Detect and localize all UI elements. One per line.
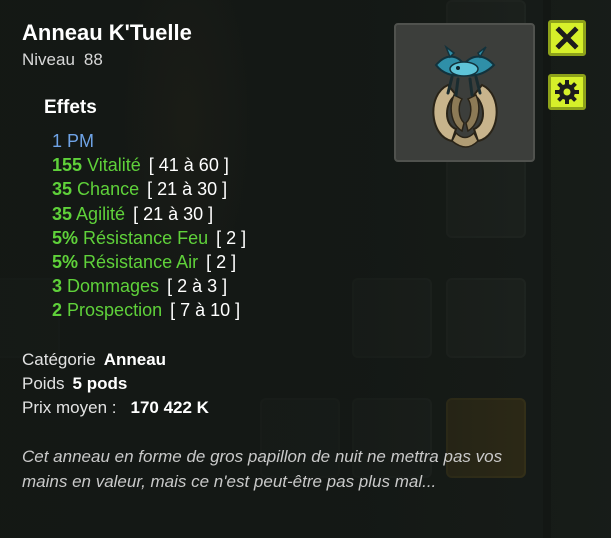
level-label: Niveau: [22, 50, 75, 69]
category-value: Anneau: [103, 350, 167, 369]
effect-value: 155: [52, 155, 83, 176]
effect-stat: Prospection: [67, 300, 163, 321]
effect-value: 2: [52, 300, 63, 321]
price-value: 170 422 K: [130, 398, 209, 417]
effect-stat: Vitalité: [87, 155, 141, 176]
effect-value: 35: [52, 203, 73, 224]
item-description: Cet anneau en forme de gros papillon de …: [22, 447, 503, 491]
gear-icon: [555, 80, 579, 104]
effect-line: 5% Résistance Air [ 2 ]: [52, 250, 246, 274]
price-label: Prix moyen :: [22, 398, 117, 417]
effect-stat: Résistance Air: [83, 251, 199, 272]
weight-label: Poids: [22, 374, 65, 393]
close-button[interactable]: [548, 20, 586, 56]
effect-stat: Dommages: [67, 276, 160, 297]
effect-value: 35: [52, 179, 73, 200]
item-title: Anneau K'Tuelle: [22, 20, 192, 45]
effect-stat: Résistance Feu: [83, 227, 209, 248]
effect-stat: Chance: [77, 179, 140, 200]
effect-range: [ 2 ]: [206, 251, 237, 272]
effect-line: 35 Chance [ 21 à 30 ]: [52, 177, 246, 201]
effect-range: [ 21 à 30 ]: [133, 203, 214, 224]
category-label: Catégorie: [22, 350, 96, 369]
effect-line: 35 Agilité [ 21 à 30 ]: [52, 202, 246, 226]
effects-list: 1 PM 155 Vitalité [ 41 à 60 ] 35 Chance [ …: [52, 129, 246, 323]
settings-button[interactable]: [548, 74, 586, 110]
effect-line: 1 PM: [52, 129, 246, 153]
weight-row: Poids 5 pods: [22, 374, 127, 394]
price-row: Prix moyen : 170 422 K: [22, 398, 209, 418]
effect-line: 2 Prospection [ 7 à 10 ]: [52, 298, 246, 322]
effect-range: [ 2 ]: [216, 227, 247, 248]
effect-line: 5% Résistance Feu [ 2 ]: [52, 226, 246, 250]
effect-value: 5%: [52, 251, 79, 272]
effect-line: 3 Dommages [ 2 à 3 ]: [52, 274, 246, 298]
category-row: Catégorie Anneau: [22, 350, 166, 370]
level-value: 88: [83, 50, 103, 69]
effect-line: 155 Vitalité [ 41 à 60 ]: [52, 153, 246, 177]
weight-value: 5 pods: [72, 374, 128, 393]
item-level: Niveau 88: [22, 50, 103, 70]
effect-value: 5%: [52, 227, 79, 248]
effect-value: 1 PM: [52, 131, 95, 151]
effect-range: [ 21 à 30 ]: [147, 179, 228, 200]
effect-stat: Agilité: [76, 203, 126, 224]
effect-range: [ 7 à 10 ]: [170, 300, 241, 321]
effect-range: [ 2 à 3 ]: [167, 276, 228, 297]
effects-heading: Effets: [44, 97, 97, 118]
effect-range: [ 41 à 60 ]: [148, 155, 229, 176]
close-icon: [555, 26, 579, 50]
item-icon-frame: [394, 23, 535, 162]
ring-moth-icon: [432, 44, 498, 148]
effect-value: 3: [52, 276, 63, 297]
